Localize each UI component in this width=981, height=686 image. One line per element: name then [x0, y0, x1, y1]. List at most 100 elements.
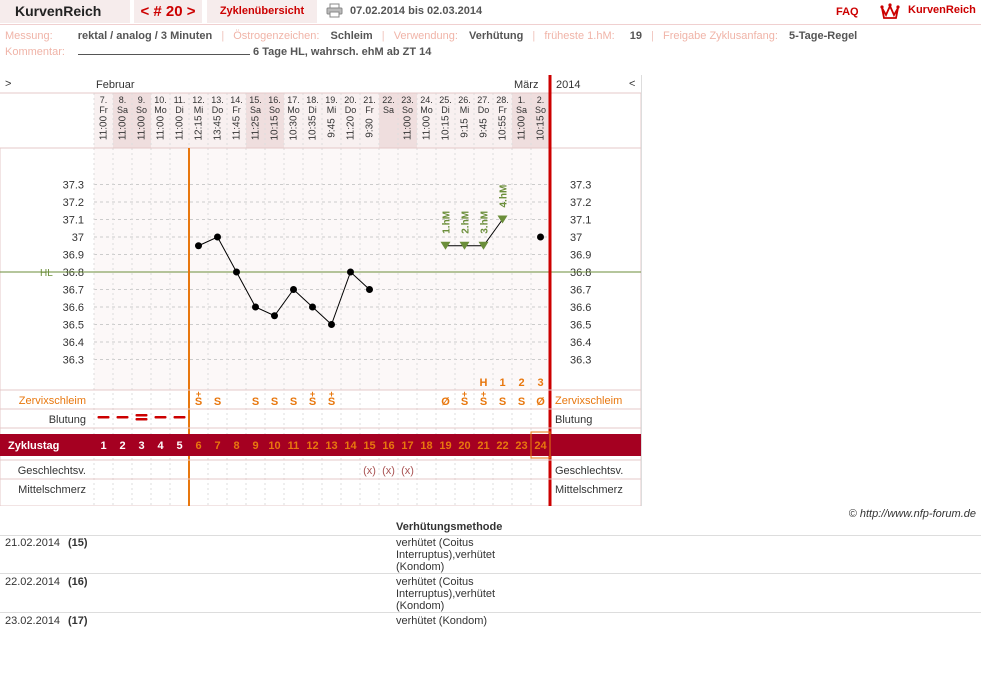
day-date-label: 9. [138, 95, 146, 105]
day-date-label: 22. [382, 95, 395, 105]
temperature-point [328, 321, 335, 328]
day-time-label: 11:20 [346, 115, 357, 140]
comment-label: Kommentar: [5, 46, 65, 58]
info-row-1: Messung: rektal / analog / 3 Minuten | Ö… [5, 30, 857, 42]
day-time-label: 12:15 [194, 115, 205, 140]
day-weekday-label: Fr [232, 105, 241, 115]
cycle-overview-tab[interactable]: Zyklenübersicht [207, 0, 317, 23]
day-weekday-label: Mi [460, 105, 470, 115]
row-date: 21.02.2014 [5, 537, 61, 549]
separator: | [651, 30, 654, 42]
bleeding-mark [135, 414, 148, 417]
cycle-day-number: 18 [420, 440, 432, 452]
info-row-2: Kommentar: 6 Tage HL, wahrsch. ehM ab ZT… [5, 45, 431, 58]
estrogen-value: Schleim [330, 30, 373, 42]
day-time-label: 11:00 [517, 115, 528, 140]
crown-logo-icon[interactable] [880, 2, 900, 20]
measurement-value: rektal / analog / 3 Minuten [77, 30, 213, 42]
y-tick-left: 36.3 [63, 355, 84, 367]
day-date-label: 19. [325, 95, 338, 105]
release-value: 5-Tage-Regel [788, 30, 858, 42]
intercourse-row-label-right: Geschlechtsv. [555, 465, 623, 477]
cycle-day-number: 11 [288, 440, 300, 452]
mittelschmerz-row-label-right: Mittelschmerz [555, 484, 623, 496]
y-tick-right: 36.9 [570, 250, 591, 262]
month-left-label: Februar [96, 79, 135, 91]
mucus-plus: + [462, 389, 467, 399]
y-tick-right: 36.4 [570, 337, 591, 349]
logo-text[interactable]: KurvenReich [908, 4, 976, 16]
day-time-label: 9:45 [479, 118, 490, 138]
day-time-label: 13:45 [213, 115, 224, 140]
peak-label: 3 [537, 377, 543, 389]
day-date-label: 20. [344, 95, 357, 105]
y-tick-left: 37.3 [63, 180, 84, 192]
hm-label: 2.hM [461, 211, 472, 234]
day-time-label: 9:15 [460, 118, 471, 138]
cycle-day-number: 4 [157, 440, 164, 452]
nav-left-arrow: > [5, 78, 11, 90]
cycle-day-number: 10 [268, 440, 280, 452]
day-date-label: 2. [537, 95, 545, 105]
peak-label: 1 [499, 377, 505, 389]
temperature-point [233, 268, 240, 276]
day-time-label: 9:30 [365, 118, 376, 138]
cycle-day-number: 6 [195, 440, 201, 452]
cycle-navigator[interactable]: < # 20 > [134, 0, 202, 23]
y-tick-left: 36.5 [63, 320, 84, 332]
day-time-label: 11:00 [175, 115, 186, 140]
cycle-day-number: 24 [534, 440, 547, 452]
app-title[interactable]: KurvenReich [0, 0, 130, 23]
intercourse-mark: (x) [382, 465, 395, 477]
cycle-day-number: 5 [176, 440, 182, 452]
day-time-label: 10:15 [441, 115, 452, 140]
day-date-label: 13. [211, 95, 224, 105]
day-weekday-label: Di [308, 105, 317, 115]
cycle-day-number: 12 [306, 440, 318, 452]
day-weekday-label: Sa [383, 105, 394, 115]
separator: | [381, 30, 385, 42]
row-cycle-day: (17) [68, 615, 88, 627]
bleeding-row-label-right: Blutung [555, 414, 592, 426]
day-weekday-label: Mi [327, 105, 337, 115]
day-time-label: 10:35 [308, 115, 319, 140]
day-time-label: 9:45 [327, 118, 338, 138]
coverline-label: HL [40, 268, 53, 279]
usage-value: Verhütung [468, 30, 524, 42]
cycle-chart: > Februar März 2014 <7.Fr11:008.Sa11:009.So1… [0, 75, 642, 506]
day-time-label: 11:00 [99, 115, 110, 140]
hm-label: 4.hM [499, 185, 510, 208]
hm-label: 1.hM [442, 211, 453, 234]
y-tick-right: 37.3 [570, 180, 591, 192]
day-weekday-label: Sa [516, 105, 527, 115]
day-weekday-label: Do [478, 105, 490, 115]
day-date-label: 27. [477, 95, 490, 105]
earliest-hm-value: 19 [629, 30, 642, 42]
y-tick-left: 37.2 [63, 197, 84, 209]
day-time-label: 11:00 [137, 115, 148, 140]
day-date-label: 1. [518, 95, 526, 105]
day-weekday-label: Sa [117, 105, 128, 115]
day-weekday-label: Sa [250, 105, 261, 115]
mucus-symbol: S [518, 396, 525, 408]
mucus-plus: + [196, 389, 201, 399]
comment-value: 6 Tage HL, wahrsch. ehM ab ZT 14 [253, 46, 432, 58]
temperature-point [195, 242, 202, 250]
mucus-symbol: Ø [536, 396, 545, 408]
cycle-day-number: 23 [515, 440, 527, 452]
cycle-day-number: 3 [138, 440, 144, 452]
release-label: Freigabe Zyklusanfang: [662, 30, 778, 42]
day-time-label: 10:30 [289, 115, 300, 140]
faq-link[interactable]: FAQ [836, 6, 859, 18]
bleeding-mark [97, 416, 110, 419]
day-time-label: 11:00 [422, 115, 433, 140]
day-date-label: 11. [174, 95, 186, 105]
y-tick-left: 36.8 [63, 267, 84, 279]
cycle-day-number: 7 [214, 440, 220, 452]
row-method: verhütet (Kondom) [396, 615, 488, 627]
day-weekday-label: Mi [194, 105, 204, 115]
day-time-label: 11:00 [403, 115, 414, 140]
y-tick-right: 37.1 [570, 215, 591, 227]
row-method: verhütet (Coitus Interruptus),verhütet (… [396, 537, 496, 573]
printer-icon[interactable] [326, 3, 343, 18]
